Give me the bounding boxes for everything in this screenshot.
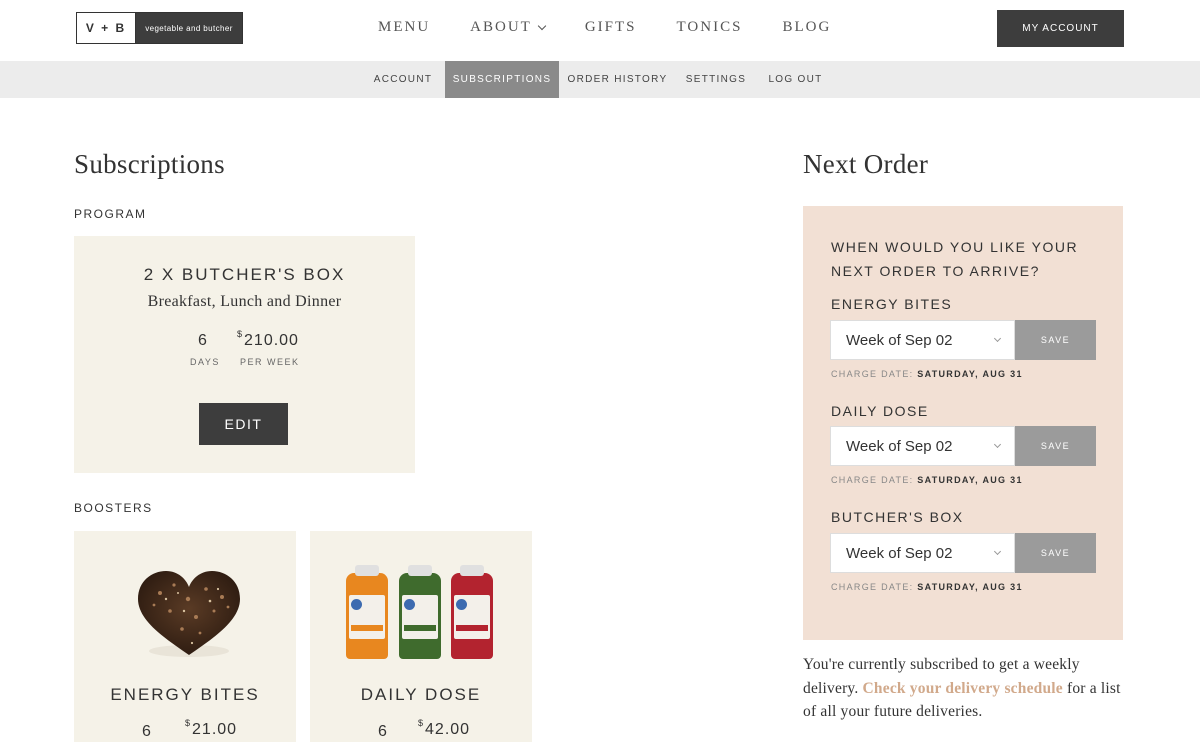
account-subnav: ACCOUNT SUBSCRIPTIONS ORDER HISTORY SETT… <box>0 61 1200 98</box>
chevron-down-icon <box>993 440 1002 449</box>
charge-date-label: CHARGE DATE: <box>831 582 914 592</box>
next-order-panel: WHEN WOULD YOU LIKE YOUR NEXT ORDER TO A… <box>803 206 1123 640</box>
booster-price: $21.00 <box>185 718 238 739</box>
program-price-label: PER WEEK <box>240 357 300 367</box>
logo-name: vegetable and butcher <box>136 13 242 43</box>
subnav-order-history[interactable]: ORDER HISTORY <box>560 61 675 98</box>
week-select-value: Week of Sep 02 <box>846 331 953 349</box>
edit-program-button[interactable]: EDIT <box>199 403 288 445</box>
site-logo[interactable]: V + B vegetable and butcher <box>76 12 243 44</box>
charge-date: CHARGE DATE: SATURDAY, AUG 31 <box>831 369 1023 379</box>
booster-card-energy-bites[interactable]: ENERGY BITES 6 $21.00 <box>74 531 296 742</box>
charge-date-value: SATURDAY, AUG 31 <box>917 582 1023 592</box>
nav-blog[interactable]: BLOG <box>782 19 831 36</box>
logo-mark: V + B <box>77 13 136 43</box>
program-days-label: DAYS <box>190 357 220 367</box>
subnav-settings[interactable]: SETTINGS <box>676 61 756 98</box>
order-item-name: ENERGY BITES <box>831 296 953 312</box>
program-days-value: 6 <box>198 332 208 349</box>
charge-date-value: SATURDAY, AUG 31 <box>917 475 1023 485</box>
nav-gifts[interactable]: GIFTS <box>585 19 637 36</box>
next-order-title: Next Order <box>803 149 929 179</box>
program-currency: $ <box>237 329 244 339</box>
subnav-account[interactable]: ACCOUNT <box>362 61 444 98</box>
delivery-schedule-link[interactable]: Check your delivery schedule <box>863 680 1063 697</box>
nav-about[interactable]: ABOUT <box>470 19 547 36</box>
nav-menu[interactable]: MENU <box>378 19 430 36</box>
booster-currency: $ <box>418 718 425 728</box>
subnav-subscriptions[interactable]: SUBSCRIPTIONS <box>445 61 559 98</box>
juice-bottle-orange <box>346 565 388 659</box>
booster-days: 6 <box>142 723 151 740</box>
nav-menu-label: MENU <box>378 19 431 35</box>
save-button-butchers-box[interactable]: SAVE <box>1015 533 1096 573</box>
charge-date-label: CHARGE DATE: <box>831 475 914 485</box>
site-header: V + B vegetable and butcher MENU ABOUT G… <box>0 0 1200 61</box>
booster-price-value: 21.00 <box>192 721 238 738</box>
nav-about-label: ABOUT <box>470 19 532 35</box>
booster-card-daily-dose[interactable]: DAILY DOSE 6 $42.00 <box>310 531 532 742</box>
week-select-energy-bites[interactable]: Week of Sep 02 <box>830 320 1015 360</box>
booster-title: DAILY DOSE <box>360 685 482 704</box>
save-button-daily-dose[interactable]: SAVE <box>1015 426 1096 466</box>
week-select-value: Week of Sep 02 <box>846 544 953 562</box>
boosters-label: BOOSTERS <box>74 501 153 515</box>
energy-bites-image <box>138 571 240 657</box>
next-order-question: WHEN WOULD YOU LIKE YOUR NEXT ORDER TO A… <box>831 239 1079 279</box>
page-title: Subscriptions <box>74 149 225 179</box>
subscription-note: You're currently subscribed to get a wee… <box>803 653 1133 724</box>
main-nav: MENU ABOUT GIFTS TONICS BLOG <box>378 19 871 36</box>
chevron-down-icon <box>993 547 1002 556</box>
nav-blog-label: BLOG <box>782 19 832 35</box>
program-price-value: 210.00 <box>244 332 299 349</box>
program-title: 2 X BUTCHER'S BOX <box>143 265 346 284</box>
booster-title: ENERGY BITES <box>110 685 260 704</box>
booster-days: 6 <box>378 723 387 740</box>
chevron-down-icon <box>993 334 1002 343</box>
program-card: 2 X BUTCHER'S BOX Breakfast, Lunch and D… <box>74 236 415 473</box>
week-select-value: Week of Sep 02 <box>846 437 953 455</box>
save-button-energy-bites[interactable]: SAVE <box>1015 320 1096 360</box>
booster-price: $42.00 <box>418 718 471 739</box>
booster-currency: $ <box>185 718 192 728</box>
juice-bottle-red <box>451 565 493 659</box>
nav-gifts-label: GIFTS <box>584 19 637 35</box>
week-select-butchers-box[interactable]: Week of Sep 02 <box>830 533 1015 573</box>
charge-date-value: SATURDAY, AUG 31 <box>917 369 1023 379</box>
charge-date: CHARGE DATE: SATURDAY, AUG 31 <box>831 582 1023 592</box>
nav-tonics[interactable]: TONICS <box>677 19 743 36</box>
program-subtitle: Breakfast, Lunch and Dinner <box>147 293 342 310</box>
subnav-log-out[interactable]: LOG OUT <box>757 61 834 98</box>
juice-bottle-green <box>399 565 441 659</box>
order-item-name: DAILY DOSE <box>831 403 929 419</box>
charge-date: CHARGE DATE: SATURDAY, AUG 31 <box>831 475 1023 485</box>
week-select-daily-dose[interactable]: Week of Sep 02 <box>830 426 1015 466</box>
booster-price-value: 42.00 <box>425 721 471 738</box>
program-price: $210.00 <box>237 329 299 350</box>
order-item-name: BUTCHER'S BOX <box>831 509 964 525</box>
nav-tonics-label: TONICS <box>676 19 743 35</box>
my-account-button[interactable]: MY ACCOUNT <box>997 10 1124 47</box>
chevron-down-icon <box>537 21 547 30</box>
program-label: PROGRAM <box>74 207 147 221</box>
charge-date-label: CHARGE DATE: <box>831 369 914 379</box>
